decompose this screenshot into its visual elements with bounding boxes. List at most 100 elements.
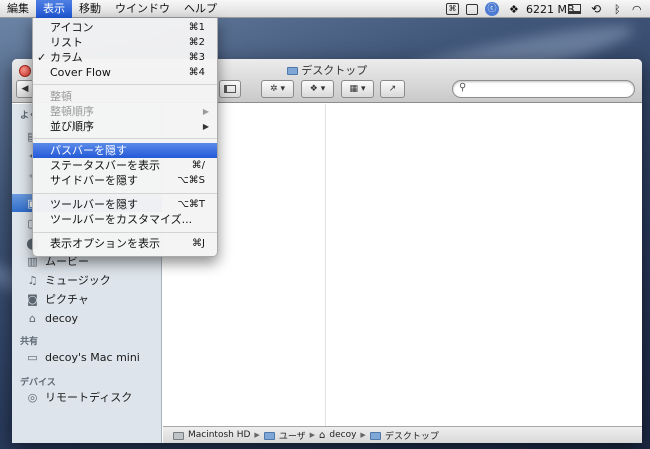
dropbox-toolbar-button[interactable]: ❖ ▾ [301, 80, 334, 98]
sidebar-item-label: ピクチャ [45, 293, 89, 306]
menu-help[interactable]: ヘルプ [177, 0, 224, 18]
menu-item-columns[interactable]: ✓ カラム ⌘3 [33, 50, 217, 65]
submenu-arrow-icon: ▶ [202, 107, 209, 116]
menu-item-label: リスト [50, 36, 83, 49]
column-browser[interactable] [163, 104, 642, 426]
folder-icon [369, 432, 381, 440]
status-slot: ᛒ [614, 0, 621, 18]
dropbox-icon: ❖ [309, 84, 318, 94]
input-method-icon[interactable]: ⌘ [446, 3, 459, 15]
menu-separator [33, 232, 217, 233]
folder-icon [286, 67, 298, 75]
music-note-icon: ♫ [27, 273, 38, 287]
search-icon: ⚲ [459, 82, 467, 93]
menu-item-show-view-options[interactable]: 表示オプションを表示 ⌘J [33, 236, 217, 251]
menu-item-label: ツールバーを隠す [50, 198, 138, 211]
menu-edit[interactable]: 編集 [0, 0, 36, 18]
menu-item-cover-flow[interactable]: Cover Flow ⌘4 [33, 65, 217, 80]
airplay-icon[interactable] [568, 4, 581, 14]
sidebar-item-label: ミュージック [45, 274, 111, 287]
disc-icon: ◎ [27, 390, 38, 404]
menu-shortcut: ⌥⌘T [177, 199, 205, 210]
menu-window[interactable]: ウインドウ [108, 0, 177, 18]
menu-item-label: 表示オプションを表示 [50, 237, 160, 250]
view-column-button[interactable] [219, 80, 241, 98]
status-slot [466, 0, 478, 18]
sidebar-item-mac-mini[interactable]: ▭ decoy's Mac mini [12, 348, 162, 366]
view-menu-dropdown: アイコン ⌘1 リスト ⌘2 ✓ カラム ⌘3 Cover Flow ⌘4 整頓… [32, 18, 218, 257]
menu-item-label: ステータスバーを表示 [50, 159, 160, 172]
menu-item-label: Cover Flow [50, 66, 111, 79]
menu-item-label: ツールバーをカスタマイズ... [50, 213, 193, 226]
menu-view[interactable]: 表示 [36, 0, 72, 18]
path-segment[interactable]: Macintosh HD [188, 430, 250, 440]
path-segment[interactable]: decoy [329, 430, 356, 440]
path-segment[interactable]: デスクトップ [385, 429, 439, 442]
share-button[interactable]: ↗ [380, 80, 405, 98]
submenu-arrow-icon: ▶ [202, 122, 209, 131]
bluetooth-badge-icon[interactable]: ⓒ [485, 2, 499, 16]
camera-icon: ◙ [27, 292, 38, 306]
action-button[interactable]: ✲ ▾ [261, 80, 294, 98]
menu-item-label: 整頓 [50, 90, 72, 103]
menu-item-customize-toolbar[interactable]: ツールバーをカスタマイズ... [33, 212, 217, 227]
dropbox-icon[interactable]: ❖ [509, 3, 519, 16]
menu-shortcut: ⌘J [192, 238, 205, 249]
bluetooth-icon[interactable]: ᛒ [614, 3, 621, 16]
column-divider[interactable] [325, 104, 326, 426]
sidebar-item-label: decoy's Mac mini [45, 350, 140, 364]
menu-item-arrange-by[interactable]: 並び順序 ▶ [33, 119, 217, 134]
menu-item-icons[interactable]: アイコン ⌘1 [33, 20, 217, 35]
wifi-icon[interactable]: ◠ [632, 3, 642, 16]
menu-item-show-status-bar[interactable]: ステータスバーを表示 ⌘/ [33, 158, 217, 173]
path-arrow-icon: ▶ [254, 431, 260, 439]
share-icon: ↗ [388, 84, 397, 94]
shared-heading: 共有 [20, 337, 39, 347]
chevron-down-icon: ▾ [360, 84, 366, 94]
menu-item-label: 並び順序 [50, 120, 94, 133]
sidebar-item-home[interactable]: ⌂ decoy [12, 309, 162, 327]
sidebar-item-pictures[interactable]: ◙ ピクチャ [12, 290, 162, 308]
menu-item-clean-up: 整頓 [33, 89, 217, 104]
menu-item-label: 整頓順序 [50, 105, 94, 118]
menu-item-label: アイコン [50, 21, 94, 34]
sidebar-item-remote-disc[interactable]: ◎ リモートディスク [12, 388, 162, 406]
chevron-down-icon: ▾ [320, 84, 326, 94]
columns-icon [224, 85, 236, 93]
menu-item-hide-sidebar[interactable]: サイドバーを隠す ⌥⌘S [33, 173, 217, 188]
grid-icon: ▦ [349, 84, 358, 94]
menu-separator [33, 138, 217, 139]
status-items: ⌘ [446, 0, 459, 18]
path-segment[interactable]: ユーザ [279, 429, 306, 442]
menu-item-list[interactable]: リスト ⌘2 [33, 35, 217, 50]
arrange-button[interactable]: ▦ ▾ [341, 80, 374, 98]
menu-shortcut: ⌥⌘S [177, 175, 205, 186]
menu-bar: 編集 表示 移動 ウインドウ ヘルプ ⌘ ⓒ ❖ 6221 MB ⟲ ᛒ ◠ [0, 0, 650, 18]
menu-shortcut: ⌘3 [188, 52, 205, 63]
menu-item-hide-path-bar[interactable]: パスバーを隠す [33, 143, 217, 158]
menu-item-clean-up-by: 整頓順序 ▶ [33, 104, 217, 119]
status-slot: ⓒ [485, 0, 499, 18]
status-slot: ❖ [509, 0, 519, 18]
sidebar-item-music[interactable]: ♫ ミュージック [12, 271, 162, 289]
menu-go[interactable]: 移動 [72, 0, 108, 18]
menu-item-hide-toolbar[interactable]: ツールバーを隠す ⌥⌘T [33, 197, 217, 212]
sidebar-item-label: リモートディスク [45, 391, 133, 404]
checkmark-icon: ✓ [37, 51, 47, 64]
menu-item-label: カラム [50, 51, 83, 64]
window-title-text: デスクトップ [301, 64, 368, 77]
sidebar-item-label: decoy [45, 311, 79, 325]
menu-separator [33, 193, 217, 194]
display-icon[interactable] [466, 3, 478, 15]
home-icon: ⌂ [29, 311, 36, 325]
menu-separator [33, 84, 217, 85]
path-arrow-icon: ▶ [360, 431, 366, 439]
home-icon: ⌂ [319, 429, 326, 441]
status-slot: ◠ [632, 0, 642, 18]
menu-item-label: サイドバーを隠す [50, 174, 138, 187]
search-field[interactable]: ⚲ [452, 80, 635, 98]
time-machine-icon[interactable]: ⟲ [591, 2, 601, 16]
menu-shortcut: ⌘/ [191, 160, 205, 171]
status-slot: ⟲ [591, 0, 601, 18]
path-arrow-icon: ▶ [309, 431, 316, 439]
